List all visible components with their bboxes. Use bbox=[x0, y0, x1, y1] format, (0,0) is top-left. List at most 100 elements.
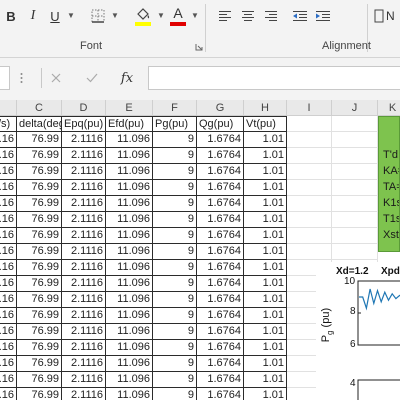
header-cell[interactable]: Pg(pu) bbox=[153, 116, 197, 132]
formula-bar-grip-icon[interactable] bbox=[20, 72, 23, 84]
table-cell[interactable]: 1.01 bbox=[244, 308, 287, 324]
table-cell[interactable]: 1.6764 bbox=[197, 212, 244, 228]
enter-button[interactable] bbox=[82, 68, 102, 88]
column-header[interactable]: G bbox=[197, 100, 244, 116]
borders-button[interactable] bbox=[88, 6, 108, 26]
table-cell[interactable]: 11.096 bbox=[106, 148, 153, 164]
table-cell[interactable]: 76.99 bbox=[17, 164, 62, 180]
table-cell[interactable]: 76.99 bbox=[17, 308, 62, 324]
header-cell[interactable]: Epq(pu) bbox=[62, 116, 106, 132]
table-cell[interactable]: 11.096 bbox=[106, 388, 153, 400]
insert-function-button[interactable]: fx bbox=[117, 68, 137, 88]
header-cell[interactable]: Vt(pu) bbox=[244, 116, 287, 132]
table-cell[interactable]: .16 bbox=[0, 180, 17, 196]
table-cell[interactable]: 1.01 bbox=[244, 148, 287, 164]
table-cell[interactable]: 1.6764 bbox=[197, 276, 244, 292]
table-cell[interactable]: 11.096 bbox=[106, 356, 153, 372]
table-cell[interactable]: 1.6764 bbox=[197, 132, 244, 148]
table-cell[interactable]: 11.096 bbox=[106, 212, 153, 228]
column-header[interactable]: F bbox=[153, 100, 197, 116]
table-cell[interactable]: 76.99 bbox=[17, 340, 62, 356]
table-cell[interactable]: 1.01 bbox=[244, 356, 287, 372]
table-cell[interactable]: 76.99 bbox=[17, 244, 62, 260]
table-cell[interactable]: 2.1116 bbox=[62, 196, 106, 212]
table-cell[interactable]: 1.01 bbox=[244, 132, 287, 148]
italic-button[interactable]: I bbox=[24, 6, 42, 26]
table-cell[interactable]: 1.01 bbox=[244, 388, 287, 400]
column-header[interactable]: K bbox=[378, 100, 400, 116]
table-cell[interactable]: .16 bbox=[0, 212, 17, 228]
table-cell[interactable]: 2.1116 bbox=[62, 244, 106, 260]
table-cell[interactable]: 2.1116 bbox=[62, 340, 106, 356]
table-cell[interactable]: 1.01 bbox=[244, 340, 287, 356]
table-cell[interactable]: .16 bbox=[0, 324, 17, 340]
table-cell[interactable]: 2.1116 bbox=[62, 132, 106, 148]
underline-button[interactable]: U bbox=[46, 6, 64, 26]
font-dialog-launcher-icon[interactable] bbox=[195, 43, 203, 51]
table-cell[interactable]: 11.096 bbox=[106, 276, 153, 292]
table-cell[interactable]: 9 bbox=[153, 276, 197, 292]
table-cell[interactable]: 1.6764 bbox=[197, 244, 244, 260]
table-cell[interactable]: 2.1116 bbox=[62, 228, 106, 244]
column-header[interactable]: H bbox=[244, 100, 287, 116]
table-cell[interactable]: 9 bbox=[153, 180, 197, 196]
table-cell[interactable]: 9 bbox=[153, 324, 197, 340]
table-cell[interactable]: 76.99 bbox=[17, 372, 62, 388]
header-cell[interactable]: delta(deg bbox=[17, 116, 62, 132]
table-cell[interactable]: 9 bbox=[153, 244, 197, 260]
table-cell[interactable]: 76.99 bbox=[17, 260, 62, 276]
table-cell[interactable]: 1.6764 bbox=[197, 148, 244, 164]
table-cell[interactable]: 76.99 bbox=[17, 228, 62, 244]
table-cell[interactable]: 11.096 bbox=[106, 308, 153, 324]
table-cell[interactable]: 2.1116 bbox=[62, 276, 106, 292]
column-header[interactable]: C bbox=[17, 100, 62, 116]
table-cell[interactable]: 2.1116 bbox=[62, 324, 106, 340]
table-cell[interactable]: 76.99 bbox=[17, 180, 62, 196]
table-cell[interactable]: 1.6764 bbox=[197, 260, 244, 276]
align-left-button[interactable] bbox=[215, 6, 235, 26]
table-cell[interactable]: 76.99 bbox=[17, 196, 62, 212]
increase-indent-button[interactable] bbox=[313, 6, 333, 26]
table-cell[interactable]: 11.096 bbox=[106, 260, 153, 276]
table-cell[interactable]: 2.1116 bbox=[62, 164, 106, 180]
table-cell[interactable]: 1.6764 bbox=[197, 196, 244, 212]
table-cell[interactable]: .16 bbox=[0, 340, 17, 356]
table-cell[interactable]: 1.01 bbox=[244, 324, 287, 340]
table-cell[interactable]: 1.6764 bbox=[197, 228, 244, 244]
column-header[interactable] bbox=[0, 100, 17, 116]
column-header[interactable]: I bbox=[287, 100, 332, 116]
formula-input[interactable] bbox=[148, 66, 400, 90]
table-cell[interactable]: 11.096 bbox=[106, 244, 153, 260]
header-cell[interactable]: Efd(pu) bbox=[106, 116, 153, 132]
table-cell[interactable]: 9 bbox=[153, 228, 197, 244]
table-cell[interactable]: .16 bbox=[0, 372, 17, 388]
table-cell[interactable]: 2.1116 bbox=[62, 372, 106, 388]
table-cell[interactable]: 76.99 bbox=[17, 324, 62, 340]
font-color-dropdown-icon[interactable]: ▼ bbox=[191, 11, 199, 20]
header-cell[interactable]: Qg(pu) bbox=[197, 116, 244, 132]
table-cell[interactable]: 1.01 bbox=[244, 260, 287, 276]
table-cell[interactable]: 2.1116 bbox=[62, 212, 106, 228]
table-cell[interactable]: 76.99 bbox=[17, 276, 62, 292]
table-cell[interactable]: 1.01 bbox=[244, 292, 287, 308]
column-header[interactable]: E bbox=[106, 100, 153, 116]
fill-color-dropdown-icon[interactable]: ▼ bbox=[157, 11, 165, 20]
table-cell[interactable]: 76.99 bbox=[17, 212, 62, 228]
table-cell[interactable]: 9 bbox=[153, 132, 197, 148]
table-cell[interactable]: 11.096 bbox=[106, 372, 153, 388]
table-cell[interactable]: .16 bbox=[0, 132, 17, 148]
table-cell[interactable]: 1.01 bbox=[244, 228, 287, 244]
table-cell[interactable]: 9 bbox=[153, 388, 197, 400]
table-cell[interactable]: 9 bbox=[153, 372, 197, 388]
table-cell[interactable]: 1.01 bbox=[244, 164, 287, 180]
font-color-button[interactable]: A bbox=[168, 4, 188, 28]
table-cell[interactable]: 76.99 bbox=[17, 356, 62, 372]
table-cell[interactable]: 9 bbox=[153, 196, 197, 212]
table-cell[interactable]: .16 bbox=[0, 196, 17, 212]
table-cell[interactable]: .16 bbox=[0, 244, 17, 260]
table-cell[interactable]: 9 bbox=[153, 308, 197, 324]
table-cell[interactable]: 11.096 bbox=[106, 340, 153, 356]
table-cell[interactable]: 9 bbox=[153, 340, 197, 356]
table-cell[interactable]: 76.99 bbox=[17, 292, 62, 308]
table-cell[interactable]: .16 bbox=[0, 276, 17, 292]
